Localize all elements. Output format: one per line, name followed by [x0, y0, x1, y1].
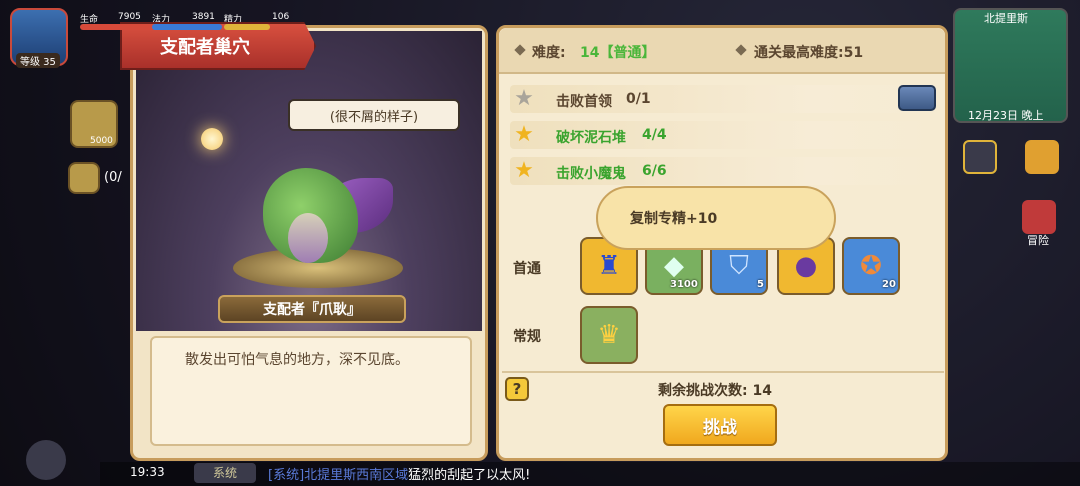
lair-description: 散发出可怕气息的地方，深不见底。 [185, 352, 409, 368]
player-level: 等级 35 [16, 53, 60, 68]
challenge-button[interactable]: 挑战 [663, 404, 777, 446]
side-item-count: 5000 [90, 136, 113, 146]
reward-count: 5 [757, 279, 764, 290]
message-text: 猛烈的刮起了以太风! [408, 468, 531, 483]
system-message: [系统]北提里斯西南区域猛烈的刮起了以太风! [268, 464, 530, 483]
system-tag: [系统] [268, 468, 305, 483]
divider [502, 371, 944, 373]
difficulty-value[interactable]: 14【普通】 [580, 42, 655, 62]
chat-tab-system[interactable]: 系统 [194, 463, 256, 483]
boss-name-plate: 支配者『爪耿』 [218, 295, 406, 323]
side-chat-count: (0/ [104, 170, 122, 185]
chat-icon[interactable] [68, 162, 100, 194]
adventure-label: 冒险 [1027, 234, 1049, 247]
stat-bar [80, 24, 154, 30]
star-empty-icon: ★ [514, 86, 534, 111]
gold-crown-coin-icon[interactable]: ♛ [580, 306, 638, 364]
backpack-icon[interactable] [963, 140, 997, 174]
reward-count: 20 [882, 279, 896, 290]
star-filled-icon: ★ [514, 158, 534, 183]
help-button[interactable]: ? [505, 377, 529, 401]
quest-text: 击败小魔鬼 [556, 166, 626, 182]
dragon-belly [288, 213, 328, 263]
panel-title: 支配者巢穴 [160, 37, 250, 58]
hp-label: 生命 [80, 15, 99, 25]
grid-menu-icon[interactable] [1025, 140, 1059, 174]
quest-text: 破坏泥石堆 [556, 130, 626, 146]
remaining-attempts: 剩余挑战次数: 14 [658, 383, 772, 399]
map-date: 12月23日 晚上 [968, 109, 1044, 122]
handshake-icon[interactable] [26, 440, 66, 480]
star-filled-icon: ★ [514, 122, 534, 147]
adventure-icon[interactable] [1022, 200, 1056, 234]
first-clear-label: 首通 [513, 261, 541, 277]
quest-text: 击败首领 [556, 94, 612, 110]
reward-tooltip: 复制专精+10 [596, 186, 836, 250]
treasure-chest-icon[interactable] [898, 85, 936, 111]
quest-progress: 6/6 [642, 163, 667, 179]
stat-bar [224, 24, 270, 30]
quest-progress: 0/1 [626, 91, 651, 107]
quest-progress: 4/4 [642, 127, 667, 143]
boss-speech-bubble: (很不屑的样子) [288, 99, 460, 131]
moon-icon [201, 128, 223, 150]
reward-count: 3100 [670, 279, 698, 290]
clock: 19:33 [130, 465, 165, 479]
best-difficulty: 通关最高难度:51 [754, 45, 864, 61]
regular-label: 常规 [513, 329, 541, 345]
region-name: 北提里斯西南区域 [304, 468, 409, 483]
map-title: 北提里斯 [984, 12, 1028, 25]
stat-bar [152, 24, 222, 30]
difficulty-label: 难度: [532, 45, 566, 61]
